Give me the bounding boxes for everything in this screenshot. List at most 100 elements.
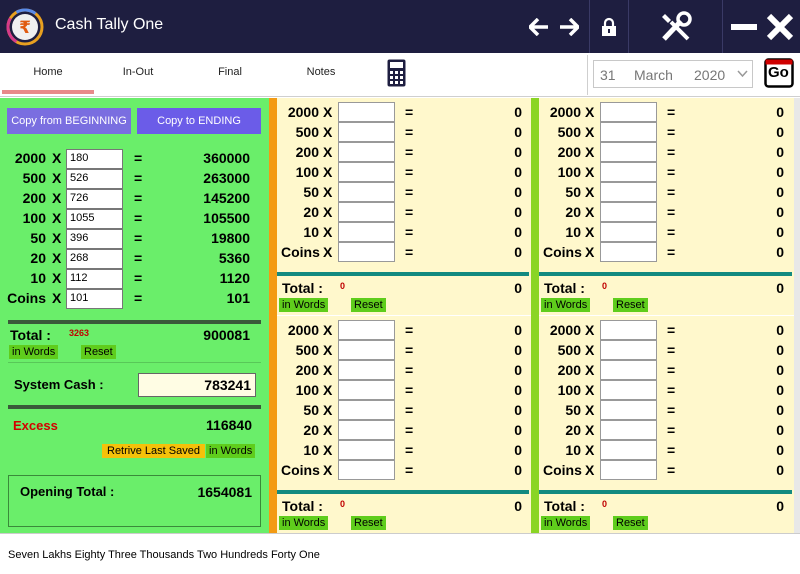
denomination-count-input[interactable]: 526 (66, 169, 123, 189)
denomination-count-input[interactable] (338, 320, 395, 340)
panel-in-words-button[interactable]: in Words (541, 298, 591, 312)
denomination-count-input[interactable] (600, 340, 657, 360)
settings-tools-button[interactable] (629, 0, 722, 53)
denomination-count-input[interactable] (600, 182, 657, 202)
denomination-count-input[interactable]: 180 (66, 149, 123, 169)
left-in-words-button[interactable]: in Words (9, 345, 59, 359)
denomination-count-input[interactable] (338, 380, 395, 400)
denomination-count-input[interactable] (338, 360, 395, 380)
copy-from-beginning-button[interactable]: Copy from BEGINNING (7, 108, 131, 134)
multiply-sign: X (323, 422, 333, 438)
denomination-count-input[interactable] (600, 440, 657, 460)
denomination-count-input[interactable] (600, 400, 657, 420)
denomination-amount: 1120 (219, 270, 250, 286)
denomination-count-input[interactable] (338, 242, 395, 262)
denomination-count-input[interactable] (338, 102, 395, 122)
denomination-count-input[interactable]: 1055 (66, 209, 123, 229)
denomination-count-input[interactable] (338, 122, 395, 142)
minimize-button[interactable] (728, 0, 760, 53)
equals-sign: = (405, 402, 414, 418)
panel-total-count: 0 (340, 499, 346, 509)
denomination-count-input[interactable] (600, 142, 657, 162)
lock-button[interactable] (590, 0, 628, 53)
back-button[interactable] (524, 0, 554, 53)
tab-in-out[interactable]: In-Out (110, 66, 166, 78)
multiply-sign: X (585, 422, 595, 438)
denomination-label: 100 (557, 382, 581, 398)
equals-sign: = (667, 204, 676, 220)
system-cash-input[interactable]: 783241 (138, 373, 256, 397)
panel-in-words-button[interactable]: in Words (541, 516, 591, 530)
denomination-amount: 0 (776, 342, 784, 358)
denomination-label: 50 (565, 184, 581, 200)
denomination-amount: 0 (514, 124, 522, 140)
equals-sign: = (667, 104, 676, 120)
panel-in-words-button[interactable]: in Words (279, 516, 329, 530)
left-reset-button[interactable]: Reset (81, 345, 116, 359)
denomination-count-input[interactable] (338, 202, 395, 222)
excess-in-words-button[interactable]: in Words (206, 444, 256, 458)
denomination-count-input[interactable] (600, 122, 657, 142)
multiply-sign: X (585, 382, 595, 398)
denomination-amount: 263000 (203, 170, 250, 186)
equals-sign: = (405, 204, 414, 220)
panel-reset-button[interactable]: Reset (351, 516, 386, 530)
denomination-count-input[interactable] (600, 222, 657, 242)
denomination-label: 200 (295, 362, 319, 378)
multiply-sign: X (323, 244, 333, 260)
denomination-count-input[interactable] (338, 400, 395, 420)
denomination-count-input[interactable]: 396 (66, 229, 123, 249)
denomination-count-input[interactable] (338, 222, 395, 242)
denomination-count-input[interactable] (600, 460, 657, 480)
equals-sign: = (134, 230, 143, 246)
denomination-label: 20 (565, 422, 581, 438)
denomination-count-input[interactable] (338, 340, 395, 360)
forward-button[interactable] (554, 0, 584, 53)
panel-in-words-button[interactable]: in Words (279, 298, 329, 312)
denomination-count-input[interactable] (338, 440, 395, 460)
denomination-count-input[interactable] (600, 202, 657, 222)
denomination-count-input[interactable] (338, 460, 395, 480)
date-picker[interactable]: 31 March 2020 (593, 60, 753, 88)
denomination-count-input[interactable]: 112 (66, 269, 123, 289)
arrow-right-icon (560, 17, 579, 36)
panel-reset-button[interactable]: Reset (613, 516, 648, 530)
denomination-label: Coins (7, 290, 46, 306)
denomination-count-input[interactable]: 726 (66, 189, 123, 209)
denomination-count-input[interactable] (338, 182, 395, 202)
denomination-count-input[interactable] (600, 360, 657, 380)
tab-notes[interactable]: Notes (293, 66, 349, 78)
multiply-sign: X (52, 170, 62, 186)
denomination-count-input[interactable] (338, 142, 395, 162)
denomination-count-input[interactable] (600, 380, 657, 400)
panel-reset-button[interactable]: Reset (613, 298, 648, 312)
denomination-amount: 360000 (203, 150, 250, 166)
denomination-count-input[interactable] (600, 420, 657, 440)
retrive-last-saved-button[interactable]: Retrive Last Saved (102, 444, 205, 458)
tab-home[interactable]: Home (20, 66, 76, 78)
multiply-sign: X (323, 382, 333, 398)
denomination-label: 10 (30, 270, 46, 286)
denomination-count-input[interactable]: 268 (66, 249, 123, 269)
denomination-count-input[interactable] (600, 162, 657, 182)
tab-final[interactable]: Final (202, 66, 258, 78)
equals-sign: = (405, 244, 414, 260)
copy-to-ending-button[interactable]: Copy to ENDING (137, 108, 261, 134)
equals-sign: = (667, 224, 676, 240)
panel-reset-button[interactable]: Reset (351, 298, 386, 312)
denomination-count-input[interactable]: 101 (66, 289, 123, 309)
calculator-icon[interactable] (387, 59, 406, 87)
go-button[interactable]: Go (764, 58, 794, 88)
denomination-count-input[interactable] (600, 242, 657, 262)
denomination-count-input[interactable] (338, 420, 395, 440)
close-button[interactable] (762, 0, 798, 53)
multiply-sign: X (585, 322, 595, 338)
denomination-label: 50 (565, 402, 581, 418)
denomination-label: 2000 (549, 322, 581, 338)
minimize-icon (731, 23, 757, 30)
denomination-count-input[interactable] (600, 102, 657, 122)
denomination-count-input[interactable] (338, 162, 395, 182)
denomination-count-input[interactable] (600, 320, 657, 340)
denomination-label: 50 (303, 184, 319, 200)
denomination-amount: 0 (776, 204, 784, 220)
